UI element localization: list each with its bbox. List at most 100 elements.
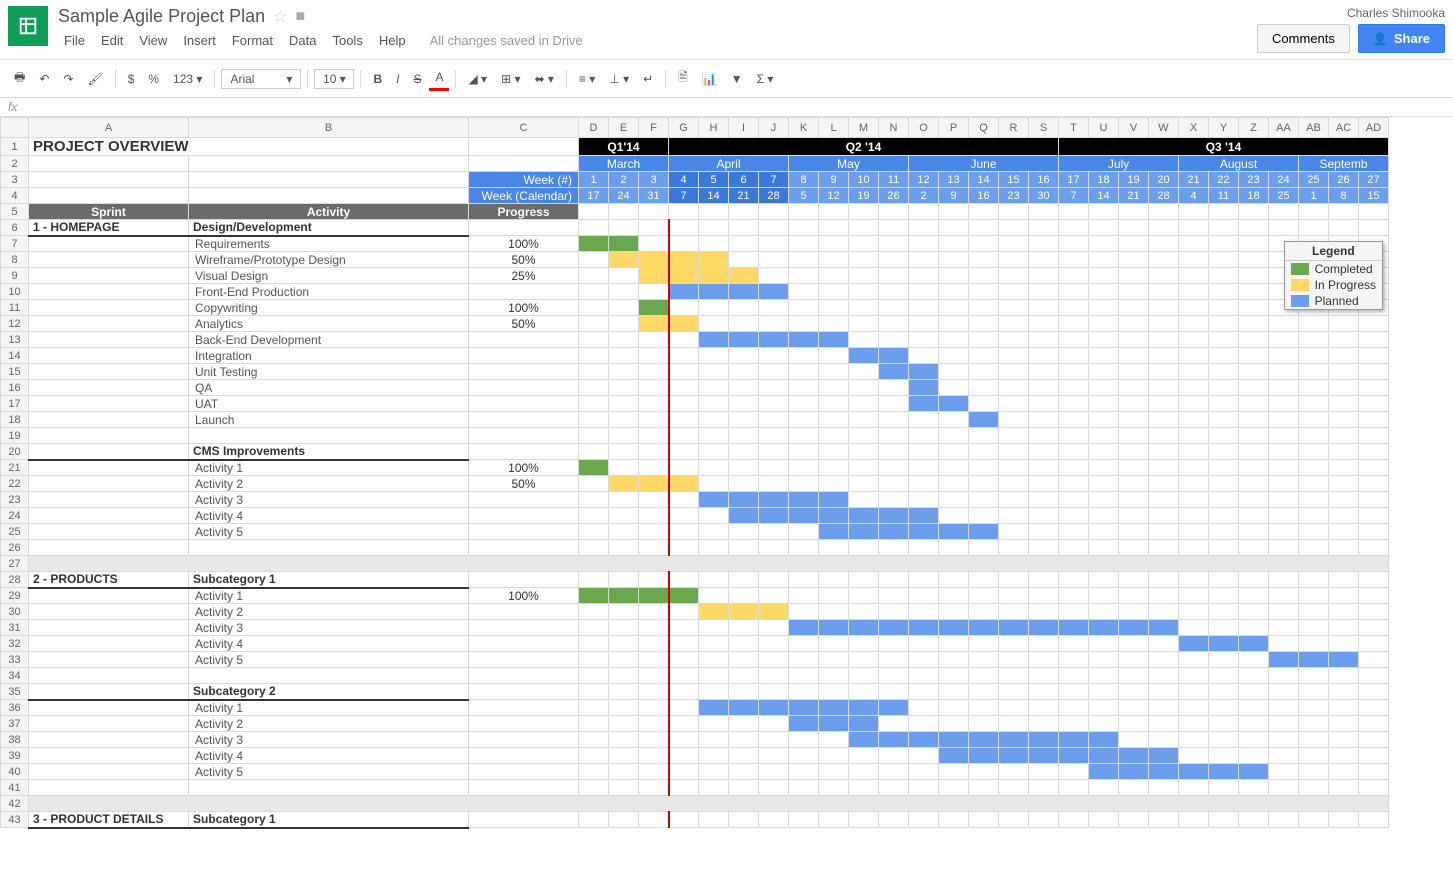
week-date[interactable]: 23 bbox=[999, 188, 1029, 204]
cell[interactable]: Activity 5 bbox=[189, 524, 469, 540]
cell[interactable] bbox=[969, 620, 999, 636]
cell[interactable] bbox=[849, 636, 879, 652]
cell[interactable] bbox=[1179, 716, 1209, 732]
cell[interactable] bbox=[849, 204, 879, 220]
cell[interactable] bbox=[1119, 380, 1149, 396]
cell[interactable] bbox=[1059, 300, 1089, 316]
cell[interactable] bbox=[849, 236, 879, 252]
cell[interactable] bbox=[1029, 540, 1059, 556]
cell[interactable] bbox=[579, 684, 609, 700]
cell[interactable] bbox=[669, 300, 699, 316]
cell[interactable]: 33 bbox=[1, 652, 29, 668]
cell[interactable] bbox=[759, 332, 789, 348]
cell[interactable] bbox=[469, 332, 579, 348]
cell[interactable] bbox=[1149, 476, 1179, 492]
cell[interactable] bbox=[969, 652, 999, 668]
cell[interactable] bbox=[969, 428, 999, 444]
cell[interactable] bbox=[1299, 812, 1329, 828]
cell[interactable] bbox=[1119, 300, 1149, 316]
cell[interactable] bbox=[609, 716, 639, 732]
cell[interactable]: 9 bbox=[1, 268, 29, 284]
cell[interactable] bbox=[29, 636, 189, 652]
cell[interactable] bbox=[699, 412, 729, 428]
cell[interactable] bbox=[639, 284, 669, 300]
cell[interactable]: 41 bbox=[1, 780, 29, 796]
cell[interactable]: CMS Improvements bbox=[189, 444, 469, 460]
cell[interactable] bbox=[1329, 204, 1359, 220]
cell[interactable] bbox=[639, 444, 669, 460]
cell[interactable]: Subcategory 2 bbox=[189, 684, 469, 700]
activity-header[interactable]: Activity bbox=[189, 204, 469, 220]
cell[interactable] bbox=[1029, 348, 1059, 364]
cell[interactable] bbox=[1149, 572, 1179, 588]
cell[interactable] bbox=[1209, 444, 1239, 460]
cell[interactable] bbox=[1359, 588, 1389, 604]
cell[interactable] bbox=[1299, 652, 1329, 668]
cell[interactable] bbox=[999, 204, 1029, 220]
cell[interactable] bbox=[469, 444, 579, 460]
cell[interactable] bbox=[1149, 716, 1179, 732]
cell[interactable] bbox=[729, 764, 759, 780]
cell[interactable]: Y bbox=[1209, 118, 1239, 138]
cell[interactable] bbox=[939, 444, 969, 460]
cell[interactable] bbox=[1179, 204, 1209, 220]
cell[interactable] bbox=[189, 668, 469, 684]
cell[interactable] bbox=[999, 348, 1029, 364]
cell[interactable] bbox=[669, 780, 699, 796]
cell[interactable] bbox=[909, 620, 939, 636]
cell[interactable] bbox=[189, 172, 469, 188]
cell[interactable] bbox=[669, 492, 699, 508]
cell[interactable] bbox=[879, 364, 909, 380]
format-number-icon[interactable]: 123 ▾ bbox=[167, 68, 208, 90]
cell[interactable] bbox=[609, 348, 639, 364]
cell[interactable] bbox=[1359, 620, 1389, 636]
cell[interactable] bbox=[879, 668, 909, 684]
cell[interactable] bbox=[789, 652, 819, 668]
cell[interactable] bbox=[469, 380, 579, 396]
cell[interactable] bbox=[909, 668, 939, 684]
cell[interactable] bbox=[609, 252, 639, 268]
cell[interactable] bbox=[729, 316, 759, 332]
cell[interactable] bbox=[1119, 620, 1149, 636]
cell[interactable] bbox=[639, 492, 669, 508]
cell[interactable] bbox=[669, 716, 699, 732]
cell[interactable] bbox=[1299, 332, 1329, 348]
cell[interactable] bbox=[29, 236, 189, 252]
cell[interactable] bbox=[939, 604, 969, 620]
cell[interactable] bbox=[789, 268, 819, 284]
cell[interactable]: 37 bbox=[1, 716, 29, 732]
cell[interactable] bbox=[879, 508, 909, 524]
cell[interactable]: Front-End Production bbox=[189, 284, 469, 300]
cell[interactable] bbox=[669, 684, 699, 700]
cell[interactable] bbox=[1059, 396, 1089, 412]
cell[interactable] bbox=[1269, 364, 1299, 380]
cell[interactable] bbox=[969, 508, 999, 524]
cell[interactable] bbox=[639, 268, 669, 284]
cell[interactable] bbox=[29, 380, 189, 396]
cell[interactable] bbox=[1269, 540, 1299, 556]
cell[interactable] bbox=[999, 812, 1029, 828]
cell[interactable] bbox=[1119, 604, 1149, 620]
cell[interactable] bbox=[579, 636, 609, 652]
week-number[interactable]: 10 bbox=[849, 172, 879, 188]
cell[interactable]: 35 bbox=[1, 684, 29, 700]
cell[interactable] bbox=[999, 540, 1029, 556]
cell[interactable] bbox=[1209, 300, 1239, 316]
cell[interactable] bbox=[909, 428, 939, 444]
cell[interactable] bbox=[1209, 764, 1239, 780]
cell[interactable] bbox=[999, 572, 1029, 588]
cell[interactable] bbox=[1329, 780, 1359, 796]
cell[interactable] bbox=[469, 668, 579, 684]
cell[interactable] bbox=[669, 380, 699, 396]
overview-title[interactable]: PROJECT OVERVIEW bbox=[29, 138, 469, 156]
cell[interactable] bbox=[1329, 620, 1359, 636]
cell[interactable] bbox=[999, 524, 1029, 540]
cell[interactable] bbox=[939, 508, 969, 524]
cell[interactable] bbox=[819, 428, 849, 444]
cell[interactable] bbox=[789, 540, 819, 556]
cell[interactable]: 23 bbox=[1, 492, 29, 508]
cell[interactable] bbox=[1119, 460, 1149, 476]
cell[interactable] bbox=[969, 316, 999, 332]
cell[interactable] bbox=[1269, 460, 1299, 476]
cell[interactable] bbox=[1089, 252, 1119, 268]
